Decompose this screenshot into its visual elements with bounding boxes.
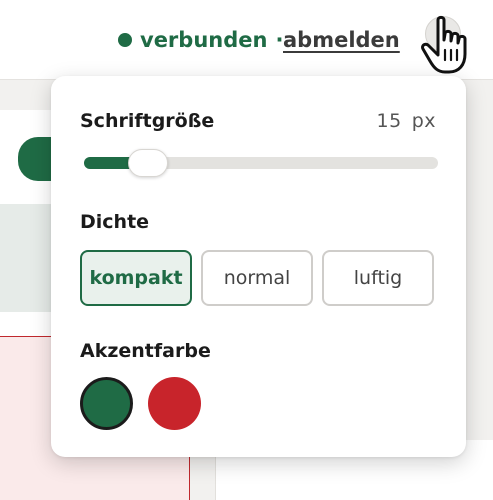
slider-thumb[interactable] [128, 149, 168, 177]
status-dot-icon [118, 33, 132, 47]
font-size-readout: 15 px [377, 110, 437, 132]
status-label: verbunden [140, 28, 268, 52]
font-size-value: 15 [376, 110, 402, 132]
density-option-normal[interactable]: normal [201, 250, 313, 306]
accent-swatch-2[interactable] [148, 377, 201, 430]
accent-color-label: Akzentfarbe [80, 340, 211, 362]
font-size-unit: px [411, 110, 436, 132]
density-option-luftig[interactable]: luftig [322, 250, 434, 306]
density-label: Dichte [80, 211, 150, 233]
settings-trigger-icon[interactable] [425, 16, 461, 52]
font-size-label: Schriftgröße [80, 110, 215, 132]
background-band [0, 204, 52, 312]
settings-popover: Schriftgröße 15 px Dichte kompakt normal l… [51, 76, 466, 457]
density-options: kompakt normal luftig [80, 250, 434, 306]
logout-link[interactable]: abmelden [283, 28, 400, 52]
accent-swatch-1[interactable] [80, 377, 133, 430]
connection-status: verbunden · [118, 28, 283, 52]
density-option-kompakt[interactable]: kompakt [80, 250, 192, 306]
top-bar: verbunden · abmelden [0, 0, 493, 80]
font-size-slider[interactable] [84, 149, 438, 177]
accent-color-swatches [80, 377, 201, 430]
